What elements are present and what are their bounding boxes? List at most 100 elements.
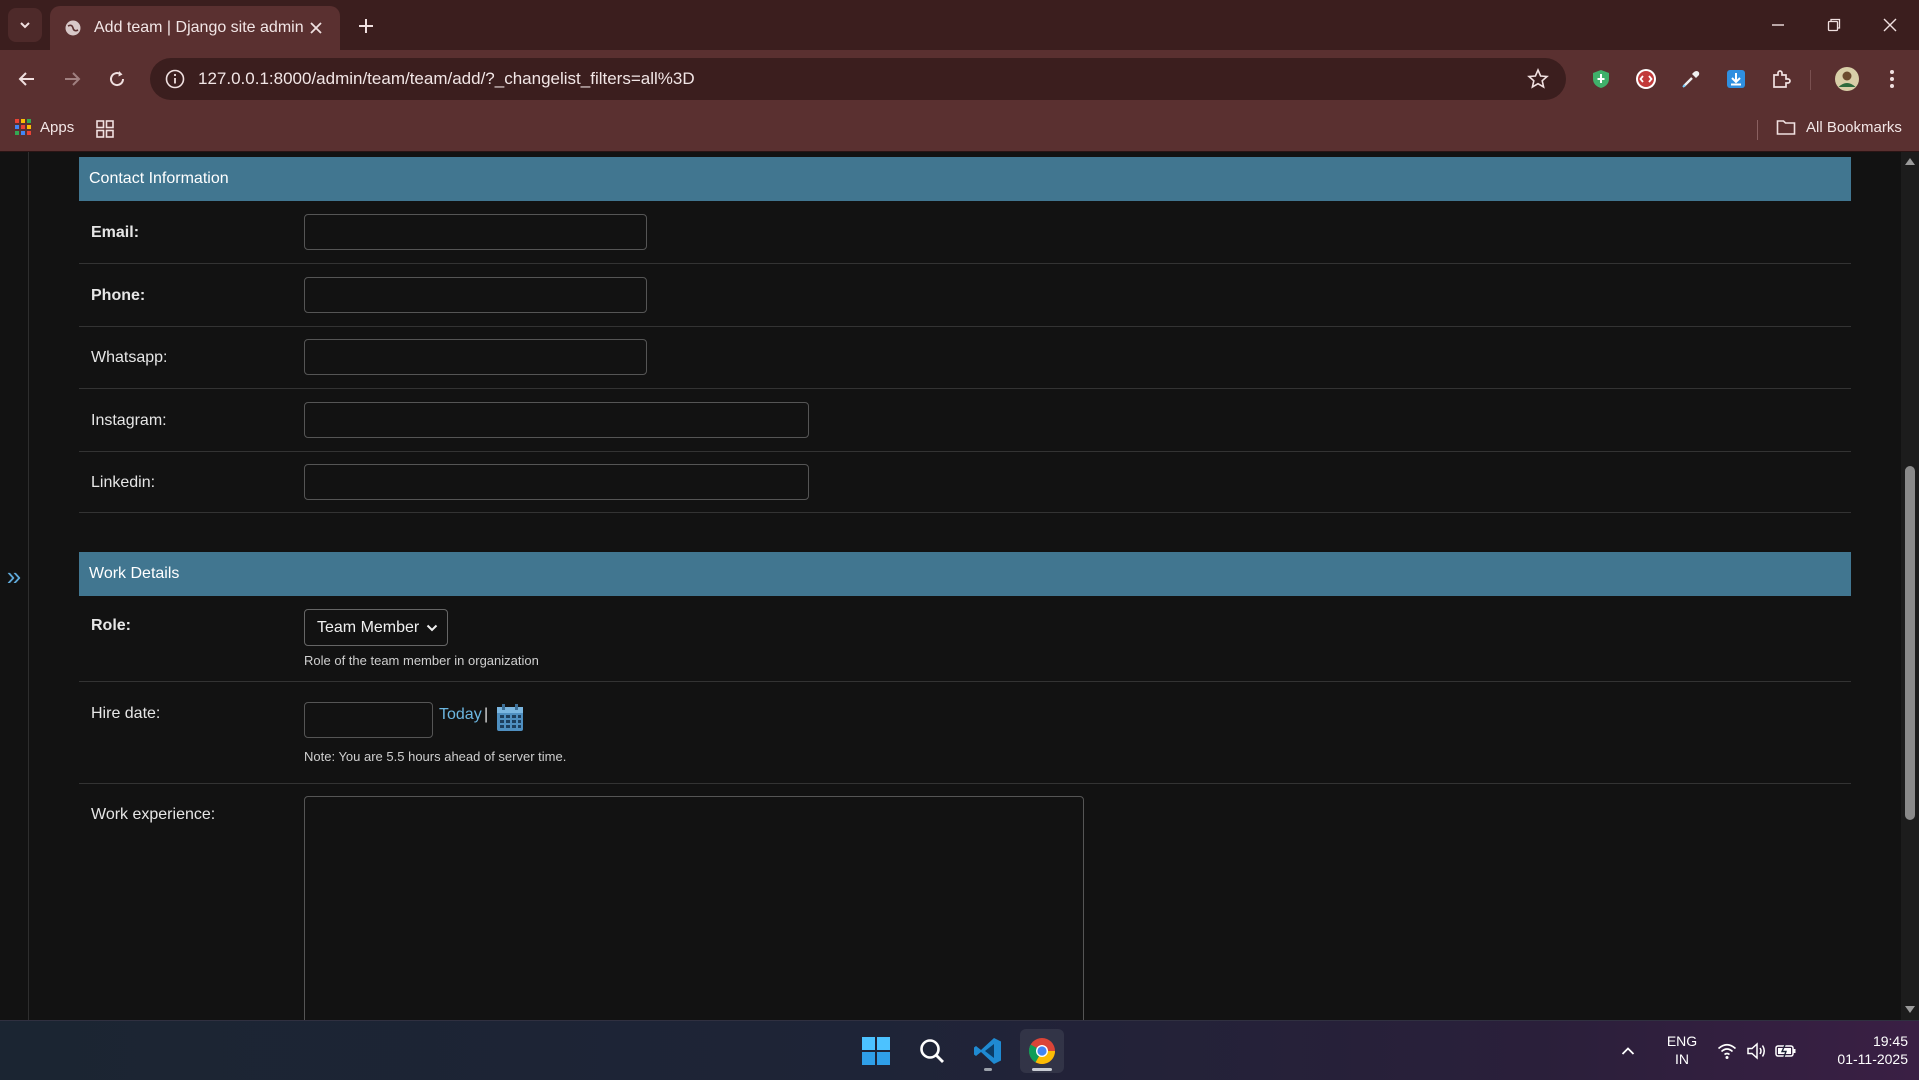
profile-button[interactable] bbox=[1832, 64, 1862, 94]
avatar-icon bbox=[1835, 67, 1859, 91]
admin-page: » Contact Information Email: Phone: What… bbox=[0, 152, 1919, 1020]
role-row: Role: Team Member Role of the team membe… bbox=[79, 596, 1851, 682]
volume-status[interactable] bbox=[1746, 1021, 1768, 1080]
restore-icon bbox=[1827, 18, 1841, 32]
shield-icon bbox=[1593, 70, 1609, 88]
eyedropper-icon bbox=[1682, 71, 1700, 88]
forward-button[interactable] bbox=[57, 64, 87, 94]
role-help-text: Role of the team member in organization bbox=[304, 653, 539, 668]
linkedin-input[interactable] bbox=[304, 464, 809, 500]
tab-close-button[interactable] bbox=[304, 16, 328, 40]
extension-devtools-button[interactable] bbox=[1631, 64, 1661, 94]
browser-tab-bar: Add team | Django site admin bbox=[0, 0, 1919, 50]
chrome-taskbar-button[interactable] bbox=[1020, 1029, 1064, 1073]
vscode-taskbar-button[interactable] bbox=[966, 1029, 1010, 1073]
double-chevron-right-icon: » bbox=[6, 561, 22, 591]
work-section-header: Work Details bbox=[79, 552, 1851, 596]
grid-icon bbox=[96, 120, 114, 138]
start-button[interactable] bbox=[854, 1029, 898, 1073]
vscode-icon bbox=[974, 1038, 1001, 1064]
battery-charging-icon bbox=[1775, 1044, 1796, 1057]
more-vertical-icon bbox=[1890, 70, 1894, 88]
wifi-icon bbox=[1717, 1043, 1737, 1059]
new-tab-button[interactable] bbox=[352, 12, 380, 40]
browser-toolbar: 127.0.0.1:8000/admin/team/team/add/?_cha… bbox=[0, 50, 1919, 108]
email-input[interactable] bbox=[304, 214, 647, 250]
apps-label: Apps bbox=[40, 118, 75, 136]
today-link[interactable]: Today bbox=[439, 706, 482, 724]
scroll-up-arrow-icon[interactable] bbox=[1904, 156, 1916, 166]
work-section-title: Work Details bbox=[89, 565, 180, 582]
globe-icon bbox=[65, 20, 81, 36]
site-info-icon bbox=[165, 69, 185, 89]
reload-icon bbox=[110, 71, 125, 87]
system-clock[interactable]: 19:45 01-11-2025 bbox=[1810, 1032, 1908, 1068]
back-button[interactable] bbox=[12, 64, 42, 94]
close-icon bbox=[310, 22, 322, 34]
active-indicator bbox=[1032, 1068, 1052, 1071]
tray-overflow-button[interactable] bbox=[1620, 1021, 1636, 1080]
arrow-right-icon bbox=[65, 72, 81, 86]
contact-section-header: Contact Information bbox=[79, 157, 1851, 201]
email-row: Email: bbox=[79, 201, 1851, 264]
instagram-input[interactable] bbox=[304, 402, 809, 438]
whatsapp-label: Whatsapp: bbox=[91, 349, 168, 366]
contact-section-title: Contact Information bbox=[89, 170, 229, 187]
instagram-label: Instagram: bbox=[91, 412, 167, 429]
tab-title: Add team | Django site admin bbox=[94, 19, 304, 36]
address-bar[interactable]: 127.0.0.1:8000/admin/team/team/add/?_cha… bbox=[150, 58, 1566, 100]
bookmarks-bar: Apps All Bookmarks bbox=[0, 108, 1919, 152]
bookmarks-divider bbox=[1757, 120, 1758, 140]
all-bookmarks-button[interactable]: All Bookmarks bbox=[1776, 118, 1902, 136]
minimize-button[interactable] bbox=[1763, 10, 1793, 40]
change-form: Contact Information Email: Phone: Whatsa… bbox=[79, 157, 1851, 1020]
chrome-icon bbox=[1028, 1038, 1056, 1065]
phone-input[interactable] bbox=[304, 277, 647, 313]
chevron-down-icon bbox=[426, 624, 438, 632]
browser-menu-button[interactable] bbox=[1877, 64, 1907, 94]
close-icon bbox=[1883, 18, 1897, 32]
active-tab[interactable]: Add team | Django site admin bbox=[50, 6, 340, 50]
scroll-down-arrow-icon[interactable] bbox=[1904, 1005, 1916, 1015]
apps-bookmark[interactable]: Apps bbox=[14, 118, 74, 136]
hire-date-input[interactable] bbox=[304, 702, 433, 738]
work-experience-label: Work experience: bbox=[91, 806, 216, 823]
wifi-status[interactable] bbox=[1717, 1021, 1737, 1080]
chevron-down-icon bbox=[20, 22, 30, 29]
extension-download-button[interactable] bbox=[1721, 64, 1751, 94]
tab-groups-button[interactable] bbox=[95, 119, 115, 144]
search-button[interactable] bbox=[910, 1029, 954, 1073]
role-label: Role: bbox=[91, 617, 131, 634]
restore-button[interactable] bbox=[1819, 10, 1849, 40]
phone-row: Phone: bbox=[79, 264, 1851, 327]
extensions-menu-button[interactable] bbox=[1766, 64, 1796, 94]
language-indicator[interactable]: ENG IN bbox=[1660, 1032, 1704, 1068]
whatsapp-row: Whatsapp: bbox=[79, 327, 1851, 389]
work-experience-textarea[interactable] bbox=[304, 796, 1084, 1020]
url-text: 127.0.0.1:8000/admin/team/team/add/?_cha… bbox=[198, 69, 695, 88]
apps-grid-icon bbox=[15, 119, 31, 135]
reload-button[interactable] bbox=[102, 64, 132, 94]
sidebar-toggle[interactable]: » bbox=[0, 152, 29, 1020]
star-icon[interactable] bbox=[1526, 67, 1550, 91]
region-code: IN bbox=[1675, 1051, 1689, 1067]
whatsapp-input[interactable] bbox=[304, 339, 647, 375]
extension-shield-button[interactable] bbox=[1586, 64, 1616, 94]
running-indicator bbox=[984, 1068, 992, 1071]
windows-taskbar: ENG IN 19:45 01-11-2025 bbox=[0, 1020, 1919, 1080]
tab-search-button[interactable] bbox=[8, 8, 42, 42]
hire-date-row: Hire date: Today | Note: You are 5.5 hou… bbox=[79, 682, 1851, 784]
all-bookmarks-label: All Bookmarks bbox=[1806, 118, 1902, 136]
close-window-button[interactable] bbox=[1875, 10, 1905, 40]
language-code: ENG bbox=[1666, 1033, 1698, 1049]
role-select[interactable]: Team Member bbox=[304, 609, 448, 646]
email-label: Email: bbox=[91, 224, 140, 241]
speaker-icon bbox=[1747, 1041, 1765, 1060]
arrow-left-icon bbox=[18, 72, 34, 86]
calendar-icon[interactable] bbox=[495, 703, 525, 733]
scrollbar-thumb[interactable] bbox=[1905, 466, 1915, 820]
role-selected-value: Team Member bbox=[317, 618, 420, 636]
clock-date: 01-11-2025 bbox=[1837, 1051, 1908, 1067]
battery-status[interactable] bbox=[1775, 1021, 1797, 1080]
extension-eyedropper-button[interactable] bbox=[1676, 64, 1706, 94]
